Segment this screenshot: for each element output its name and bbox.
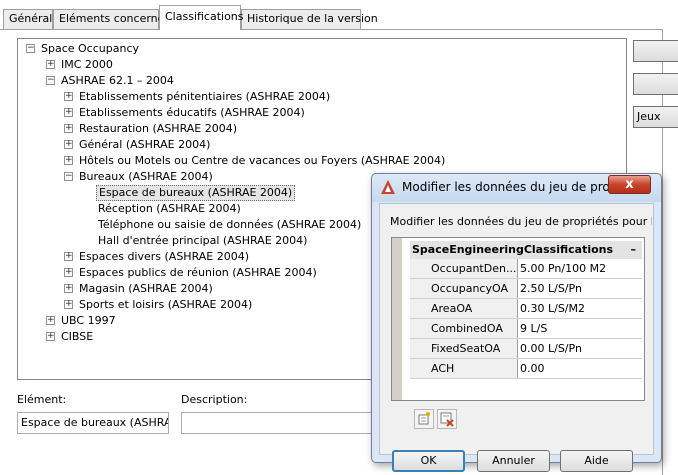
tree-label: Magasin (ASHRAE 2004) (79, 282, 213, 295)
dialog-title: Modifier les données du jeu de propr... (402, 180, 610, 194)
ok-button[interactable]: OK (392, 450, 465, 472)
tree-label: IMC 2000 (61, 58, 113, 71)
property-name: ACH (410, 359, 518, 378)
property-name: AreaOA (410, 299, 518, 318)
cancel-button[interactable]: Annuler (477, 450, 550, 472)
property-value[interactable]: 0.00 (518, 359, 642, 378)
dialog-titlebar[interactable]: Modifier les données du jeu de propr... … (372, 174, 661, 202)
tree-label: Bureaux (ASHRAE 2004) (79, 170, 213, 183)
expand-icon[interactable]: + (46, 316, 55, 325)
tree-label: Hall d'entrée principal (ASHRAE 2004) (98, 234, 308, 247)
property-group-header[interactable]: SpaceEngineeringClassifications – (410, 241, 642, 259)
tab-general[interactable]: Général (3, 9, 53, 29)
property-group-name: SpaceEngineeringClassifications (412, 243, 614, 256)
description-field[interactable] (181, 412, 373, 434)
close-button[interactable]: x (608, 175, 651, 194)
property-value[interactable]: 5.00 Pn/100 M2 (518, 259, 642, 278)
property-row[interactable]: FixedSeatOA 0.00 L/S/Pn (410, 339, 642, 359)
jeux-button[interactable]: Jeux (633, 106, 678, 128)
property-value[interactable]: 0.30 L/S/M2 (518, 299, 642, 318)
dialog-prompt: Modifier les données du jeu de propriété… (390, 215, 652, 228)
expand-icon[interactable]: + (64, 284, 73, 293)
property-name: OccupancyOA (410, 279, 518, 298)
remove-property-set-button[interactable] (437, 409, 457, 429)
property-name: OccupantDen... (410, 259, 518, 278)
tree-label: Sports et loisirs (ASHRAE 2004) (79, 298, 253, 311)
property-name: FixedSeatOA (410, 339, 518, 358)
tab-classifications[interactable]: Classifications (159, 5, 244, 30)
tab-historique[interactable]: Historique de la version (241, 9, 378, 29)
autocad-logo-icon (380, 179, 396, 195)
expand-icon[interactable]: + (64, 124, 73, 133)
property-value[interactable]: 9 L/S (518, 319, 642, 338)
tree-label: Espace de bureaux (ASHRAE 2004) (96, 185, 296, 201)
side-button-1[interactable] (633, 40, 678, 62)
property-value[interactable]: 2.50 L/S/Pn (518, 279, 642, 298)
tree-label: Space Occupancy (41, 42, 139, 55)
add-property-set-icon (418, 412, 430, 425)
expand-icon[interactable]: + (64, 300, 73, 309)
tree-label: ASHRAE 62.1 – 2004 (61, 74, 174, 87)
expand-icon[interactable]: + (64, 268, 73, 277)
collapse-icon[interactable]: − (46, 76, 55, 85)
property-name: CombinedOA (410, 319, 518, 338)
tree-label: Etablissements pénitentiaires (ASHRAE 20… (79, 90, 331, 103)
remove-property-set-icon (440, 412, 454, 427)
tree-label: Espaces publics de réunion (ASHRAE 2004) (79, 266, 317, 279)
grid-gutter (392, 238, 402, 400)
collapse-icon[interactable]: − (64, 172, 73, 181)
element-label: Elément: (17, 393, 67, 406)
property-row[interactable]: OccupancyOA 2.50 L/S/Pn (410, 279, 642, 299)
property-row[interactable]: AreaOA 0.30 L/S/M2 (410, 299, 642, 319)
tree-label: Téléphone ou saisie de données (ASHRAE 2… (98, 218, 362, 231)
modify-property-set-dialog: Modifier les données du jeu de propr... … (371, 173, 662, 472)
add-property-set-button[interactable] (414, 409, 434, 429)
tree-label: UBC 1997 (61, 314, 116, 327)
collapse-icon[interactable]: − (26, 44, 35, 53)
close-icon: x (625, 177, 634, 192)
side-button-2[interactable] (633, 73, 678, 95)
expand-icon[interactable]: + (64, 92, 73, 101)
tree-label: CIBSE (61, 330, 94, 343)
tab-baseline (0, 29, 663, 30)
property-value[interactable]: 0.00 L/S/Pn (518, 339, 642, 358)
panel-border (662, 29, 663, 475)
dialog-body: Modifier les données du jeu de propriété… (379, 203, 654, 472)
expand-icon[interactable]: + (64, 156, 73, 165)
expand-icon[interactable]: + (64, 252, 73, 261)
expand-icon[interactable]: + (46, 60, 55, 69)
tree-label: Restauration (ASHRAE 2004) (79, 122, 238, 135)
tree-label: Etablissements éducatifs (ASHRAE 2004) (79, 106, 305, 119)
expand-icon[interactable]: + (64, 140, 73, 149)
tree-label: Hôtels ou Motels ou Centre de vacances o… (79, 154, 446, 167)
expand-icon[interactable]: + (46, 332, 55, 341)
property-row[interactable]: ACH 0.00 (410, 359, 642, 379)
description-label: Description: (181, 393, 248, 406)
property-grid[interactable]: SpaceEngineeringClassifications – Occupa… (391, 237, 645, 401)
tree-label: Espaces divers (ASHRAE 2004) (79, 250, 250, 263)
property-row[interactable]: OccupantDen... 5.00 Pn/100 M2 (410, 259, 642, 279)
tab-elements-concernes[interactable]: Eléments concernés (53, 9, 170, 29)
tree-label: Général (ASHRAE 2004) (79, 138, 211, 151)
property-row[interactable]: CombinedOA 9 L/S (410, 319, 642, 339)
help-button[interactable]: Aide (560, 450, 633, 472)
expand-icon[interactable]: + (64, 108, 73, 117)
collapse-group-icon[interactable]: – (631, 241, 637, 259)
tab-strip: Général Eléments concernés Classificatio… (0, 0, 678, 30)
element-field[interactable]: Espace de bureaux (ASHRAE 2 (17, 412, 169, 434)
tree-label: Réception (ASHRAE 2004) (98, 202, 241, 215)
